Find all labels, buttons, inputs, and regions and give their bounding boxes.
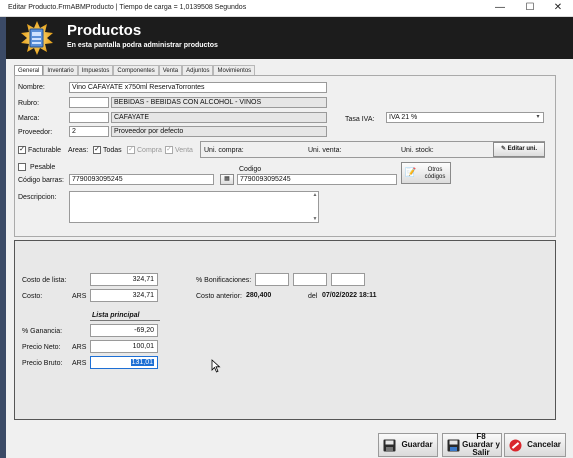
tab-general[interactable]: General [14, 65, 44, 75]
guardar-label: Guardar [401, 440, 433, 449]
barcode-icon: ▦ [224, 176, 230, 182]
cancelar-label: Cancelar [527, 440, 561, 449]
tab-inventario[interactable]: Inventario [43, 65, 78, 75]
precio-neto-input[interactable]: 100,01 [90, 340, 158, 353]
costo-input[interactable]: 324,71 [90, 289, 158, 302]
descripcion-label: Descripcion: [18, 194, 57, 201]
proveedor-label: Proveedor: [18, 129, 53, 136]
guardar-button[interactable]: Guardar [378, 433, 438, 457]
maximize-button[interactable]: ☐ [516, 1, 544, 15]
precio-bruto-currency: ARS [72, 360, 87, 367]
precio-bruto-input[interactable]: 131,01 [90, 356, 158, 369]
page-header: Productos En esta pantalla podra adminis… [6, 17, 573, 59]
footer-actions: Guardar F8 Guardar y Salir Cancelar [14, 425, 573, 458]
costo-currency: ARS [72, 293, 87, 300]
costo-lista-input[interactable]: 324,71 [90, 273, 158, 286]
cancel-icon [509, 439, 522, 452]
window-titlebar: Editar Producto.FrmABMProducto | Tiempo … [0, 0, 573, 17]
page-subtitle: En esta pantalla podra administrar produ… [67, 42, 218, 49]
edit-note-icon: 📝 [405, 167, 417, 177]
facturable-checkbox[interactable]: ✓ [18, 146, 26, 154]
uni-venta-label: Uni. venta: [308, 147, 342, 154]
costo-label: Costo: [22, 293, 43, 300]
bonificacion-3-input[interactable] [331, 273, 365, 286]
nombre-input[interactable]: Vino CAFAYATE x750ml ReservaTorrontes [69, 82, 327, 93]
tasa-iva-label: Tasa IVA: [345, 116, 375, 123]
precio-bruto-label: Precio Bruto: [22, 360, 63, 367]
costo-anterior-label: Costo anterior: [196, 293, 242, 300]
edit-icon: ✎ [500, 146, 506, 152]
proveedor-code-input[interactable]: 2 [69, 126, 109, 137]
todas-label: Todas [103, 147, 122, 154]
otros-codigos-button[interactable]: 📝 Otros códigos [401, 162, 451, 184]
divider [90, 320, 160, 321]
tab-bar: General Inventario Impuestos Componentes… [14, 65, 256, 75]
lista-principal-label: Lista principal [92, 312, 140, 319]
compra-label: Compra [137, 147, 162, 154]
bonificacion-2-input[interactable] [293, 273, 327, 286]
codigo-label: Codigo [239, 166, 262, 173]
otros-codigos-label: Otros códigos [424, 167, 446, 180]
codigo-barras-label: Código barras: [18, 177, 64, 184]
tab-impuestos[interactable]: Impuestos [77, 65, 114, 75]
tab-componentes[interactable]: Componentes [113, 65, 159, 75]
save-exit-icon [447, 439, 460, 452]
page-title: Productos [67, 22, 142, 39]
close-button[interactable]: ✕ [544, 1, 572, 15]
pricing-panel: Costo de lista: 324,71 Costo: ARS 324,71… [14, 240, 556, 420]
window-title: Editar Producto.FrmABMProducto | Tiempo … [8, 4, 247, 11]
pesable-label: Pesable [30, 164, 56, 171]
del-value: 07/02/2022 18:11 [322, 292, 377, 299]
bonificacion-1-input[interactable] [255, 273, 289, 286]
nombre-label: Nombre: [18, 84, 45, 91]
descripcion-textarea[interactable] [69, 191, 319, 223]
guardar-salir-button[interactable]: F8 Guardar y Salir [442, 433, 502, 457]
rubro-label: Rubro: [18, 100, 40, 107]
venta-label: Venta [175, 147, 193, 154]
tab-adjuntos[interactable]: Adjuntos [182, 65, 214, 75]
costo-anterior-value: 280,400 [246, 292, 272, 299]
uni-stock-label: Uni. stock: [401, 147, 434, 154]
rubro-code-input[interactable] [69, 97, 109, 108]
mouse-cursor-icon [211, 359, 221, 373]
products-logo-icon [21, 21, 53, 55]
proveedor-value: Proveedor por defecto [111, 126, 327, 137]
tab-venta[interactable]: Venta [158, 65, 183, 75]
codigo-input[interactable]: 7790093095245 [237, 174, 397, 185]
uni-compra-label: Uni. compra: [204, 147, 244, 154]
del-label: del [308, 293, 318, 300]
costo-lista-label: Costo de lista: [22, 277, 67, 284]
ganancia-label: % Ganancia: [22, 328, 63, 335]
tasa-iva-select[interactable]: IVA 21 % ▾ [386, 112, 544, 123]
precio-neto-currency: ARS [72, 344, 87, 351]
editar-uni-button[interactable]: ✎ Editar uni. [493, 142, 545, 157]
marca-code-input[interactable] [69, 112, 109, 123]
save-icon [383, 439, 396, 452]
todas-checkbox[interactable]: ✓ [93, 146, 101, 154]
background-window-strip [0, 17, 6, 458]
editar-uni-label: Editar uni. [507, 146, 538, 152]
cancelar-button[interactable]: Cancelar [504, 433, 566, 457]
minimize-button[interactable]: — [486, 1, 514, 15]
scrollbar[interactable]: ▲ ▼ [312, 192, 318, 222]
ganancia-input[interactable]: -69,20 [90, 324, 158, 337]
tab-movimientos[interactable]: Movimientos [213, 65, 256, 75]
compra-checkbox[interactable]: ✓ [127, 146, 135, 154]
marca-value: CAFAYATE [111, 112, 327, 123]
precio-neto-label: Precio Neto: [22, 344, 61, 351]
bonificaciones-label: % Bonificaciones: [196, 277, 252, 284]
areas-label: Areas: [68, 147, 89, 154]
facturable-label: Facturable [28, 147, 62, 154]
guardar-salir-label: F8 Guardar y Salir [462, 432, 500, 457]
venta-checkbox[interactable]: ✓ [165, 146, 173, 154]
general-panel: Nombre: Vino CAFAYATE x750ml ReservaTorr… [14, 75, 556, 237]
marca-label: Marca: [18, 115, 40, 122]
codigo-barras-input[interactable]: 7790093095245 [69, 174, 214, 185]
rubro-value: BEBIDAS - BEBIDAS CON ALCOHOL - VINOS [111, 97, 327, 108]
barcode-search-button[interactable]: ▦ [220, 174, 234, 185]
pesable-checkbox[interactable] [18, 163, 26, 171]
chevron-down-icon[interactable]: ▾ [534, 114, 542, 121]
precio-bruto-selected-text: 131,01 [130, 359, 154, 366]
tasa-iva-selected: IVA 21 % [389, 114, 418, 121]
